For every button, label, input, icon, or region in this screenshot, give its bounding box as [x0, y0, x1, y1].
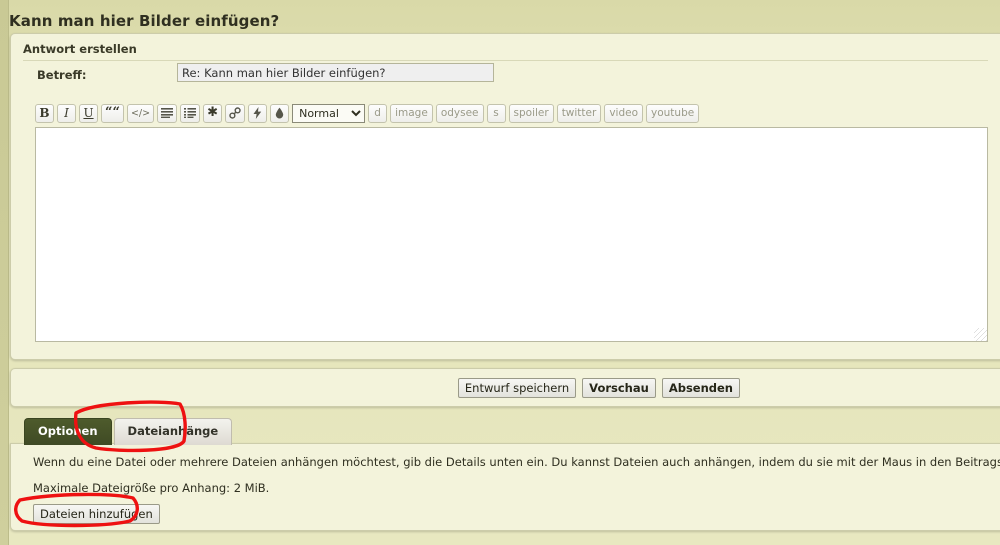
- underline-button[interactable]: U: [79, 104, 98, 123]
- code-icon[interactable]: </>: [127, 104, 154, 123]
- submit-button-row: Entwurf speichern Vorschau Absenden: [458, 378, 740, 398]
- post-body-editor[interactable]: [35, 127, 988, 342]
- toolbar-text-button-odysee[interactable]: odysee: [436, 104, 484, 123]
- add-files-button[interactable]: Dateien hinzufügen: [33, 504, 160, 524]
- editor-toolbar: B I U ““ </> ✱: [35, 102, 988, 124]
- subject-label: Betreff:: [37, 68, 86, 82]
- legend-divider: [23, 60, 988, 61]
- unordered-list-icon[interactable]: [157, 104, 177, 123]
- preview-button[interactable]: Vorschau: [582, 378, 656, 398]
- asterisk-icon[interactable]: ✱: [203, 104, 222, 123]
- droplet-icon[interactable]: [270, 104, 289, 123]
- save-draft-button[interactable]: Entwurf speichern: [458, 378, 576, 398]
- reply-form-legend: Antwort erstellen: [23, 42, 137, 56]
- bold-button[interactable]: B: [35, 104, 54, 123]
- toolbar-text-button-image[interactable]: image: [390, 104, 433, 123]
- tab-optionen[interactable]: Optionen: [24, 418, 112, 445]
- toolbar-text-button-video[interactable]: video: [604, 104, 643, 123]
- reply-form-panel: Antwort erstellen Betreff: B I U ““ </> …: [10, 33, 1000, 360]
- link-icon[interactable]: [225, 104, 245, 123]
- attachments-panel: Wenn du eine Datei oder mehrere Dateien …: [10, 443, 1000, 531]
- left-margin-strip: [0, 0, 9, 545]
- subject-input[interactable]: [177, 63, 494, 82]
- format-select[interactable]: Normal: [292, 104, 365, 123]
- toolbar-text-button-spoiler[interactable]: spoiler: [509, 104, 554, 123]
- italic-button[interactable]: I: [57, 104, 76, 123]
- attachments-info-text: Wenn du eine Datei oder mehrere Dateien …: [33, 455, 1000, 469]
- attachments-max-size-text: Maximale Dateigröße pro Anhang: 2 MiB.: [33, 481, 269, 495]
- page-title: Kann man hier Bilder einfügen?: [9, 12, 279, 30]
- toolbar-text-button-youtube[interactable]: youtube: [646, 104, 699, 123]
- tab-dateianhaenge[interactable]: Dateianhänge: [114, 418, 233, 445]
- toolbar-text-button-d[interactable]: d: [368, 104, 387, 123]
- attachment-tabs: Optionen Dateianhänge: [24, 418, 232, 445]
- toolbar-text-button-twitter[interactable]: twitter: [557, 104, 602, 123]
- lightning-icon[interactable]: [248, 104, 267, 123]
- submit-bar-panel: Entwurf speichern Vorschau Absenden: [10, 368, 1000, 407]
- submit-button[interactable]: Absenden: [662, 378, 740, 398]
- quote-icon[interactable]: ““: [101, 104, 124, 123]
- ordered-list-icon[interactable]: [180, 104, 200, 123]
- toolbar-text-button-s[interactable]: s: [487, 104, 506, 123]
